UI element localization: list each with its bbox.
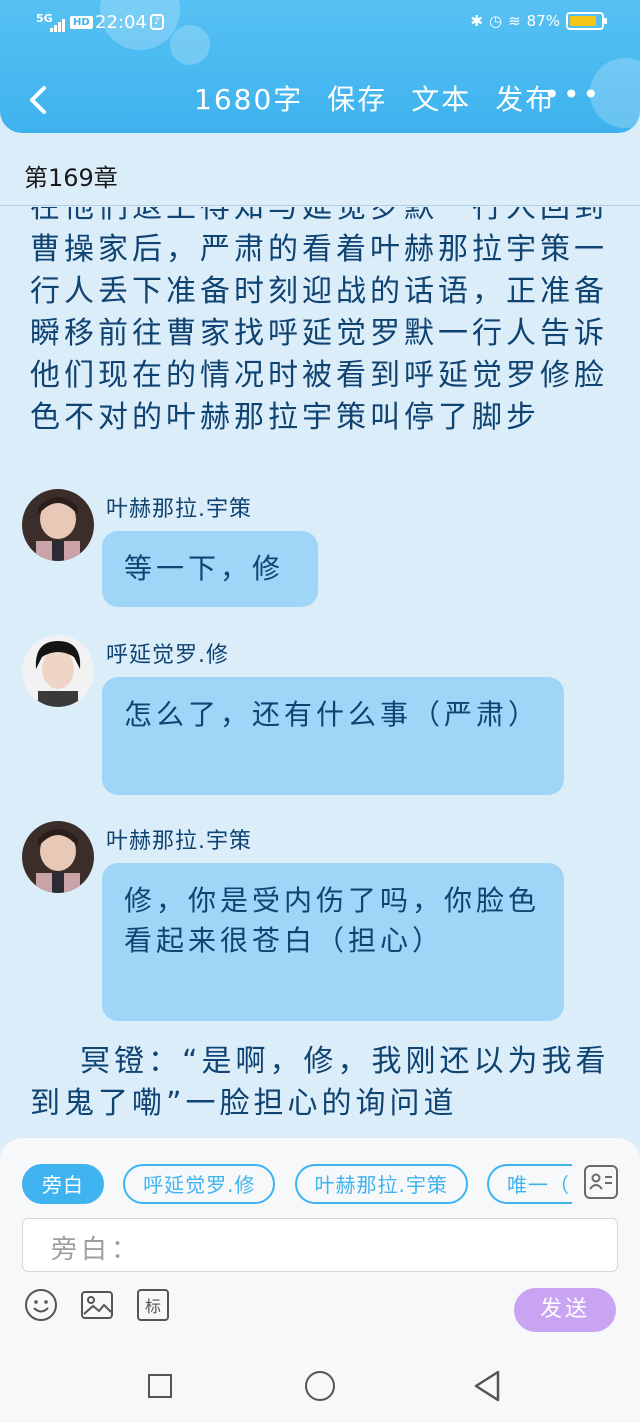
tag-button[interactable]: 标 [136, 1288, 170, 1322]
role-chip[interactable]: 呼延觉罗.修 [123, 1164, 276, 1204]
word-count: 1680字 [194, 83, 304, 116]
nav-bar: 1680字 保存 文本 发布 ••• [0, 70, 640, 130]
clock: 22:04 [95, 12, 147, 33]
save-button[interactable]: 保存 [327, 78, 387, 118]
sender-name: 叶赫那拉.宇策 [106, 829, 252, 854]
character-avatar-image [22, 821, 94, 893]
send-button[interactable]: 发送 [514, 1288, 616, 1332]
battery-percent: 87% [526, 12, 560, 30]
role-chip[interactable]: 唯一（ [487, 1164, 572, 1204]
message-bubble[interactable]: 修，你是受内伤了吗，你脸色看起来很苍白（担心） [102, 863, 564, 1021]
role-selector: 旁白 呼延觉罗.修 叶赫那拉.宇策 唯一（ [22, 1164, 572, 1208]
message-input[interactable]: 旁白： [22, 1218, 618, 1272]
tag-label: 标 [144, 1297, 161, 1316]
status-bar: 5G HD 22:04 ♪ ✱ ◷ ≋ 87% [0, 0, 640, 50]
role-chip[interactable]: 叶赫那拉.宇策 [294, 1164, 468, 1204]
character-list-button[interactable] [584, 1165, 618, 1199]
bluetooth-icon: ✱ [470, 12, 483, 30]
emoji-button[interactable] [24, 1288, 58, 1322]
smiley-icon [25, 1289, 57, 1321]
alarm-icon: ◷ [488, 12, 503, 30]
character-avatar-image [22, 489, 94, 561]
battery-icon [566, 12, 607, 30]
more-menu-button[interactable]: ••• [543, 78, 602, 111]
chapter-bar: 第169章 [0, 144, 640, 206]
sender-name: 呼延觉罗.修 [106, 643, 229, 668]
contact-card-icon [589, 1173, 612, 1190]
text-button[interactable]: 文本 [411, 78, 471, 118]
image-icon [81, 1291, 113, 1319]
app-header: 5G HD 22:04 ♪ ✱ ◷ ≋ 87% 1680字 保存 文本 发布 •… [0, 0, 640, 133]
recents-button[interactable] [148, 1374, 172, 1398]
signal-icon [50, 18, 66, 32]
wifi-icon: ≋ [508, 12, 521, 30]
chapter-title[interactable]: 第169章 [24, 158, 118, 193]
narration-text[interactable]: 在他们退上得知与延觉罗默一行人回到曹操家后，严肃的看着叶赫那拉宇策一行人丢下准备… [30, 207, 610, 439]
back-button[interactable] [22, 80, 62, 120]
back-triangle-icon[interactable] [472, 1369, 502, 1403]
character-avatar-image [22, 635, 94, 707]
message-bubble[interactable]: 怎么了，还有什么事（严肃） [102, 677, 564, 795]
home-button[interactable] [305, 1371, 335, 1401]
system-nav-bar [0, 1347, 640, 1423]
avatar[interactable] [22, 489, 94, 561]
composer-panel: 旁白 呼延觉罗.修 叶赫那拉.宇策 唯一（ 旁白： 标 发送 [0, 1137, 640, 1348]
story-content[interactable]: 在他们退上得知与延觉罗默一行人回到曹操家后，严肃的看着叶赫那拉宇策一行人丢下准备… [0, 207, 640, 1137]
chevron-left-icon [30, 86, 46, 114]
avatar[interactable] [22, 821, 94, 893]
composer-toolbar: 标 [24, 1288, 170, 1322]
sender-name: 叶赫那拉.宇策 [106, 497, 252, 522]
role-chip-narrator[interactable]: 旁白 [22, 1164, 104, 1204]
status-right: ✱ ◷ ≋ 87% [470, 12, 607, 30]
app-notification-icon: ♪ [150, 14, 164, 30]
hd-badge: HD [70, 16, 93, 29]
image-button[interactable] [80, 1288, 114, 1322]
narration-text[interactable]: 冥镫：“是啊，修，我刚还以为我看到鬼了嘞”一脸担心的询问道 [30, 1041, 610, 1125]
message-bubble[interactable]: 等一下，修 [102, 531, 318, 607]
avatar[interactable] [22, 635, 94, 707]
